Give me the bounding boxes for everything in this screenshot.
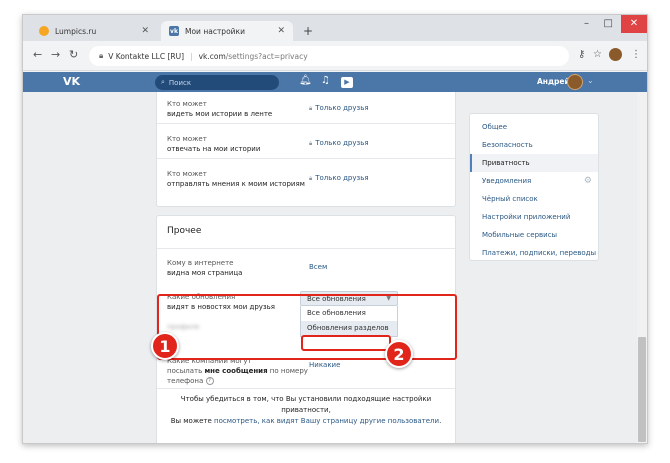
setting-label: Кто может отвечать на мои истории bbox=[167, 134, 445, 154]
new-tab-button[interactable]: + bbox=[303, 24, 313, 38]
url-path: /settings?act=privacy bbox=[225, 51, 308, 61]
privacy-footer-note: Чтобы убедиться в том, что Вы установили… bbox=[157, 394, 455, 427]
minimize-button[interactable]: – bbox=[584, 18, 589, 29]
address-bar[interactable]: 🔒︎ V Kontakte LLC [RU] | vk.com/settings… bbox=[89, 46, 569, 66]
stories-privacy-card: Кто может видеть мои истории в ленте 🔒︎ Т… bbox=[156, 92, 456, 207]
vk-header: VK ⌕ Поиск 🔔︎ ♫ ▶ Андрей ⌄ bbox=[23, 72, 647, 92]
divider bbox=[157, 123, 455, 124]
lock-icon: 🔒︎ bbox=[99, 51, 104, 60]
setting-row-page-visibility: Кому в интернете видна моя страница Всем bbox=[167, 258, 445, 278]
vk-favicon-icon: vk bbox=[169, 26, 179, 36]
reload-icon[interactable]: ↻ bbox=[69, 48, 78, 61]
setting-label-text: посылать bbox=[167, 367, 205, 375]
menu-item-mobile-services[interactable]: Мобильные сервисы bbox=[470, 226, 598, 244]
lock-icon: 🔒︎ bbox=[309, 140, 313, 147]
lumpics-favicon-icon bbox=[39, 26, 49, 36]
site-identity: V Kontakte LLC [RU] bbox=[108, 51, 185, 61]
tab-label: Lumpics.ru bbox=[55, 26, 97, 36]
setting-label-line2: отвечать на мои истории bbox=[167, 145, 261, 153]
tab-lumpics[interactable]: Lumpics.ru ✕ bbox=[31, 21, 157, 41]
step-badge-1: 1 bbox=[151, 332, 179, 360]
setting-label-line1: Кому в интернете bbox=[167, 259, 234, 267]
forward-arrow-icon[interactable]: → bbox=[51, 48, 60, 61]
tab-bar: Lumpics.ru ✕ vk Мои настройки ✕ + – □ ✕ bbox=[23, 15, 647, 41]
back-arrow-icon[interactable]: ← bbox=[33, 48, 42, 61]
footer-text: Вы можете bbox=[170, 417, 215, 425]
menu-item-privacy[interactable]: Приватность bbox=[470, 154, 598, 172]
bell-icon[interactable]: 🔔︎ bbox=[299, 75, 312, 86]
footer-text: . bbox=[439, 417, 442, 425]
bookmark-star-icon[interactable]: ☆ bbox=[593, 49, 602, 60]
setting-label: Кто может видеть мои истории в ленте bbox=[167, 99, 445, 119]
help-question-icon[interactable]: ? bbox=[205, 377, 214, 385]
highlight-option-frame bbox=[301, 335, 391, 351]
lock-icon: 🔒︎ bbox=[309, 175, 313, 182]
menu-dots-icon[interactable]: ⋮ bbox=[631, 49, 641, 60]
setting-value: Только друзья bbox=[315, 104, 369, 112]
setting-label-line2: отправлять мнения к моим историям bbox=[167, 180, 305, 188]
page-content: Кто может видеть мои истории в ленте 🔒︎ Т… bbox=[23, 92, 647, 443]
setting-value: Только друзья bbox=[315, 174, 369, 182]
setting-value-link[interactable]: 🔒︎ Только друзья bbox=[309, 104, 369, 113]
gear-icon[interactable]: ⚙ bbox=[584, 172, 592, 190]
setting-label-line3: телефона bbox=[167, 377, 204, 385]
lock-icon: 🔒︎ bbox=[309, 105, 313, 112]
divider bbox=[157, 248, 455, 249]
close-tab-icon[interactable]: ✕ bbox=[141, 26, 149, 36]
menu-item-app-settings[interactable]: Настройки приложений bbox=[470, 208, 598, 226]
page-scrollbar[interactable] bbox=[637, 92, 647, 443]
footer-line1: Чтобы убедиться в том, что Вы установили… bbox=[180, 395, 432, 414]
tab-label: Мои настройки bbox=[185, 26, 245, 36]
maximize-button[interactable]: □ bbox=[604, 18, 613, 29]
tab-my-settings[interactable]: vk Мои настройки ✕ bbox=[161, 21, 293, 41]
setting-label-line1: Кто может bbox=[167, 135, 207, 143]
browser-window: Lumpics.ru ✕ vk Мои настройки ✕ + – □ ✕ … bbox=[22, 14, 648, 444]
view-page-as-others-link[interactable]: посмотреть, как видят Вашу страницу друг… bbox=[214, 417, 439, 425]
separator: | bbox=[190, 51, 193, 61]
user-name[interactable]: Андрей bbox=[537, 77, 570, 86]
setting-value-link[interactable]: Всем bbox=[309, 263, 327, 271]
menu-item-general[interactable]: Общее bbox=[470, 118, 598, 136]
setting-label-text: по номеру bbox=[267, 367, 308, 375]
address-toolbar: ← → ↻ 🔒︎ V Kontakte LLC [RU] | vk.com/se… bbox=[23, 41, 647, 71]
setting-label-bold: мне сообщения bbox=[204, 367, 268, 375]
profile-avatar-icon[interactable] bbox=[609, 48, 622, 61]
step-badge-2: 2 bbox=[385, 340, 413, 368]
setting-label-line2: видна моя страница bbox=[167, 269, 243, 277]
setting-value: Только друзья bbox=[315, 139, 369, 147]
vk-logo[interactable]: VK bbox=[63, 75, 80, 88]
section-title: Прочее bbox=[167, 226, 202, 236]
menu-item-blacklist[interactable]: Чёрный список bbox=[470, 190, 598, 208]
url-domain: vk.com bbox=[198, 51, 226, 61]
key-icon[interactable]: ⚷ bbox=[578, 49, 585, 60]
search-input[interactable]: ⌕ Поиск bbox=[155, 75, 279, 90]
setting-row: Кто может отвечать на мои истории 🔒︎ Толь… bbox=[167, 134, 445, 154]
close-window-button[interactable]: ✕ bbox=[621, 15, 647, 33]
setting-label-line2: видеть мои истории в ленте bbox=[167, 110, 273, 118]
close-tab-icon[interactable]: ✕ bbox=[277, 26, 285, 36]
search-placeholder: Поиск bbox=[168, 78, 192, 87]
setting-value-link[interactable]: Никакие bbox=[309, 361, 340, 369]
search-icon: ⌕ bbox=[161, 78, 165, 86]
divider bbox=[157, 158, 455, 159]
setting-label: Кто может отправлять мнения к моим истор… bbox=[167, 169, 445, 189]
user-avatar[interactable] bbox=[567, 74, 583, 90]
setting-label: Кому в интернете видна моя страница bbox=[167, 258, 445, 278]
setting-row: Кто может видеть мои истории в ленте 🔒︎ Т… bbox=[167, 99, 445, 119]
music-icon[interactable]: ♫ bbox=[321, 75, 330, 86]
setting-row: Кто может отправлять мнения к моим истор… bbox=[167, 169, 445, 189]
setting-label-line1: Кто может bbox=[167, 100, 207, 108]
setting-value-link[interactable]: 🔒︎ Только друзья bbox=[309, 174, 369, 183]
menu-item-notifications[interactable]: Уведомления ⚙ bbox=[470, 172, 598, 190]
menu-item-security[interactable]: Безопасность bbox=[470, 136, 598, 154]
divider bbox=[157, 388, 455, 389]
video-icon[interactable]: ▶ bbox=[341, 77, 353, 88]
menu-item-payments[interactable]: Платежи, подписки, переводы bbox=[470, 244, 598, 262]
chevron-down-icon[interactable]: ⌄ bbox=[587, 76, 594, 85]
settings-menu: Общее Безопасность Приватность Уведомлен… bbox=[469, 113, 599, 261]
setting-label-line1: Кто может bbox=[167, 170, 207, 178]
scrollbar-thumb[interactable] bbox=[638, 337, 646, 442]
setting-value-link[interactable]: 🔒︎ Только друзья bbox=[309, 139, 369, 148]
menu-item-label: Уведомления bbox=[482, 177, 532, 185]
